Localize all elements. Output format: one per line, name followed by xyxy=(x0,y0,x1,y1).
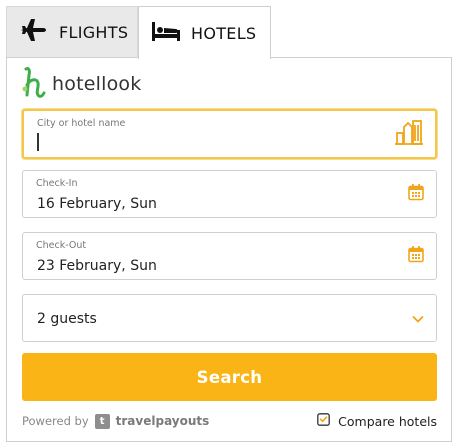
checkbox-icon[interactable] xyxy=(317,413,331,429)
check-in-label: Check-In xyxy=(36,178,78,189)
hotel-search-panel: hotellook City or hotel name Check-In 16… xyxy=(6,57,452,442)
check-out-field[interactable]: Check-Out 23 February, Sun xyxy=(22,232,437,280)
city-buildings-icon xyxy=(395,119,423,149)
hotellook-logo: hotellook xyxy=(20,66,141,102)
bed-icon xyxy=(151,20,181,46)
hotellook-h-icon xyxy=(20,65,46,103)
partner-name[interactable]: travelpayouts xyxy=(116,414,210,428)
tab-hotels-label: HOTELS xyxy=(191,23,257,43)
calendar-icon[interactable] xyxy=(408,246,424,267)
guests-value: 2 guests xyxy=(37,311,97,327)
check-out-label: Check-Out xyxy=(36,240,87,251)
chevron-down-icon[interactable] xyxy=(412,309,424,328)
search-button[interactable]: Search xyxy=(22,353,437,401)
powered-by: Powered by t travelpayouts xyxy=(22,413,210,429)
tab-flights[interactable]: FLIGHTS xyxy=(6,6,138,58)
calendar-icon[interactable] xyxy=(408,184,424,205)
check-out-date: 23 February, Sun xyxy=(37,258,157,274)
city-field[interactable]: City or hotel name xyxy=(22,109,437,159)
guests-select[interactable]: 2 guests xyxy=(22,294,437,342)
powered-by-text: Powered by xyxy=(22,414,89,428)
check-in-date: 16 February, Sun xyxy=(37,196,157,212)
travelpayouts-logo-icon: t xyxy=(94,413,110,429)
tab-flights-label: FLIGHTS xyxy=(59,22,129,42)
tab-hotels[interactable]: HOTELS xyxy=(138,6,271,59)
airplane-icon xyxy=(19,18,49,46)
city-input[interactable] xyxy=(35,133,375,153)
footer: Powered by t travelpayouts Compare hotel… xyxy=(22,410,437,432)
compare-hotels-toggle[interactable]: Compare hotels xyxy=(317,413,437,429)
compare-hotels-label: Compare hotels xyxy=(338,413,437,429)
city-field-label: City or hotel name xyxy=(37,118,126,129)
check-in-field[interactable]: Check-In 16 February, Sun xyxy=(22,170,437,218)
brand-name: hotellook xyxy=(52,73,142,95)
search-tabs: FLIGHTS HOTELS xyxy=(6,6,452,59)
